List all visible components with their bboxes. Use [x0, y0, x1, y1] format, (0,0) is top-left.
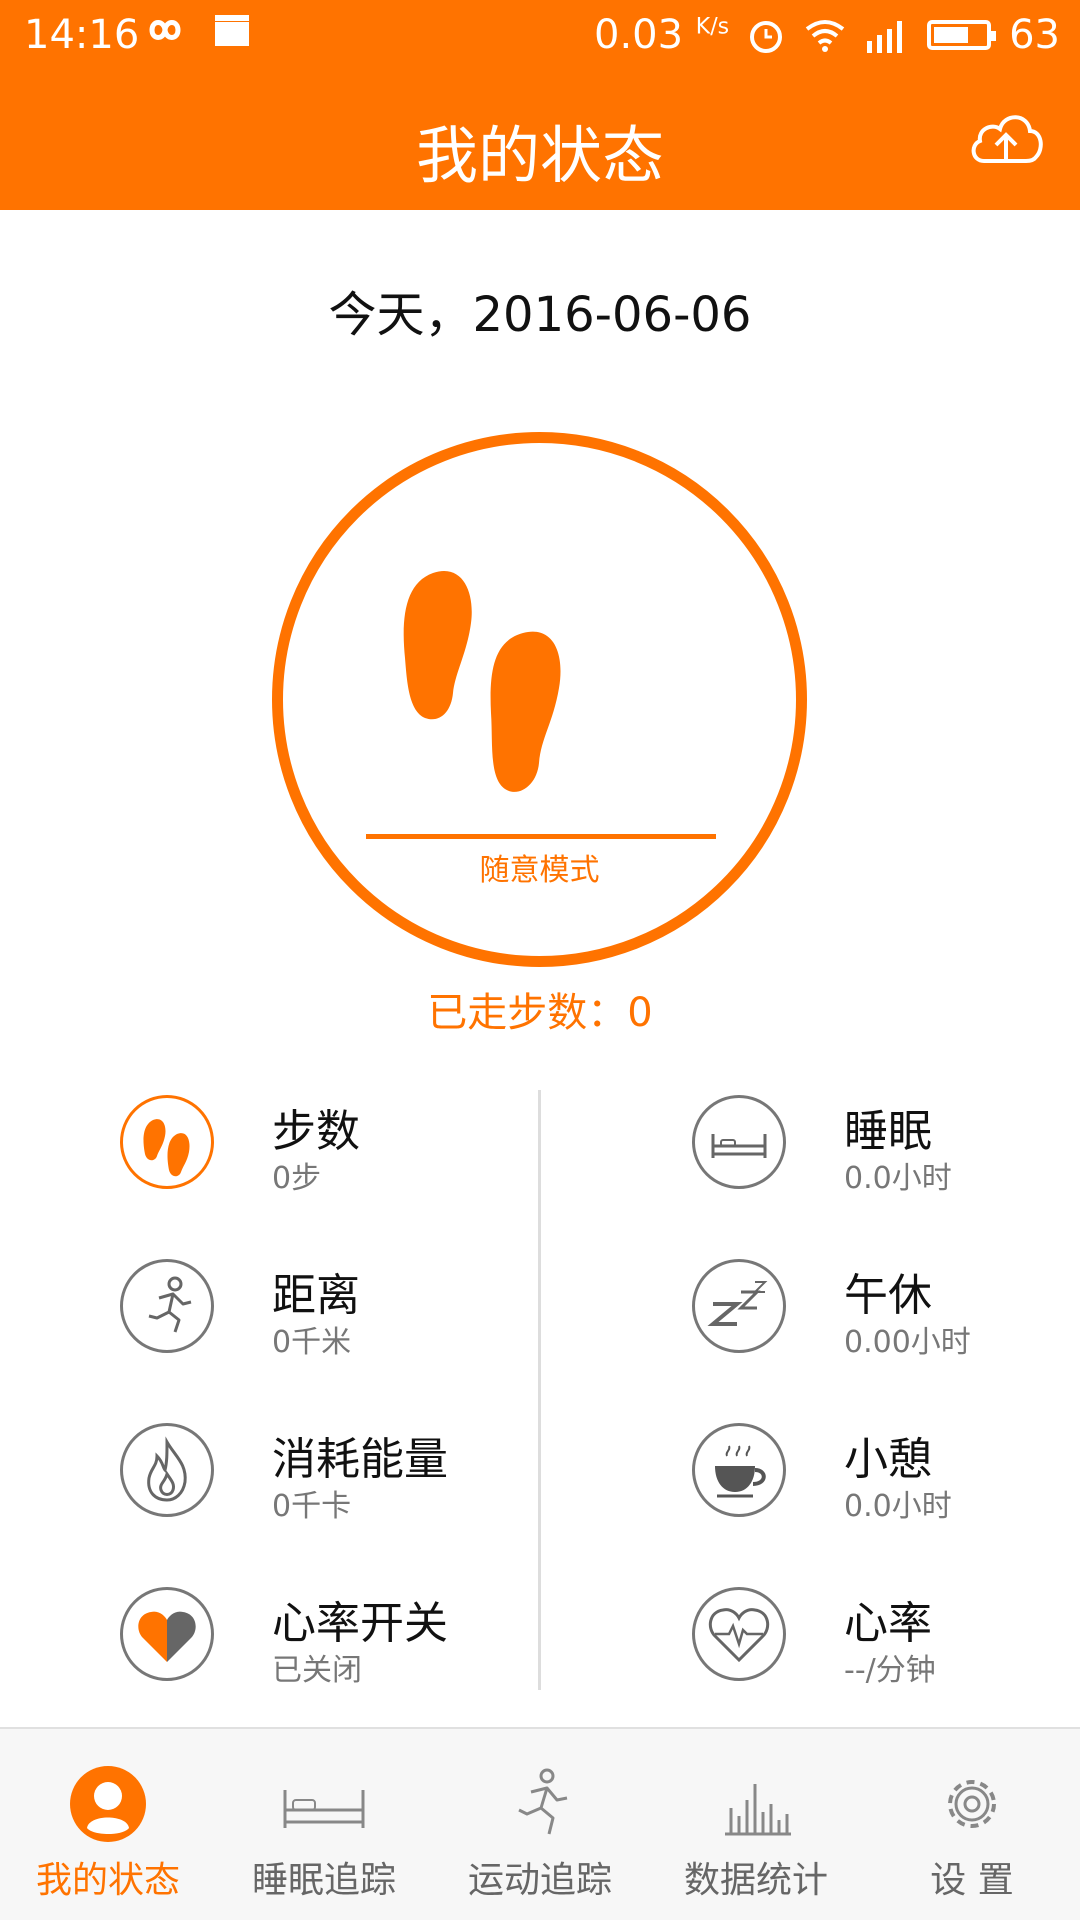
coffee-cup-icon [692, 1423, 786, 1517]
heart-toggle-icon[interactable] [120, 1587, 214, 1681]
steps-walked: 已走步数：0 [427, 990, 653, 1036]
battery-icon [927, 20, 997, 50]
current-date: 今天，2016-06-06 [328, 287, 752, 343]
gear-icon [948, 1780, 996, 1828]
nav-data-stats[interactable]: 数据统计 [648, 1729, 864, 1920]
network-speed: 0.03 K/s [594, 12, 730, 58]
stat-sleep[interactable]: 睡眠 0.0小时 [692, 1095, 1080, 1205]
stat-energy[interactable]: 消耗能量 0千卡 [120, 1423, 540, 1533]
mode-underline [366, 834, 716, 839]
infinity-icon [149, 20, 181, 40]
user-icon [70, 1766, 146, 1842]
mode-label: 随意模式 [479, 853, 600, 888]
bed-icon [692, 1095, 786, 1189]
nav-my-status[interactable]: 我的状态 [0, 1729, 216, 1920]
nav-settings[interactable]: 设 置 [864, 1729, 1080, 1920]
battery-level: 63 [1009, 12, 1060, 58]
stat-break[interactable]: 小憩 0.0小时 [692, 1423, 1080, 1533]
nav-sleep-tracking[interactable]: 睡眠追踪 [216, 1729, 432, 1920]
nav-activity-tracking[interactable]: 运动追踪 [432, 1729, 648, 1920]
cloud-upload-icon[interactable] [966, 105, 1046, 170]
stat-heart-rate[interactable]: 心率 --/分钟 [692, 1587, 1080, 1697]
step-mode-circle[interactable]: 随意模式 [272, 432, 807, 967]
status-bar: 14:16 0.03 K/s 63 [0, 0, 1080, 75]
bottom-nav: 我的状态 睡眠追踪 运动追踪 数据统计 设 置 [0, 1727, 1080, 1920]
heart-rate-icon [692, 1587, 786, 1681]
bed-icon [283, 1790, 365, 1828]
status-time: 14:16 [24, 12, 140, 58]
stat-distance[interactable]: 距离 0千米 [120, 1259, 540, 1369]
stat-heart-toggle[interactable]: 心率开关 已关闭 [120, 1587, 540, 1697]
stat-nap[interactable]: 午休 0.00小时 [692, 1259, 1080, 1369]
page-title: 我的状态 [415, 119, 664, 192]
flame-icon [120, 1423, 214, 1517]
signal-icon [867, 21, 903, 53]
running-icon [518, 1768, 568, 1835]
app-header: 我的状态 [0, 75, 1080, 210]
wifi-icon [805, 20, 845, 52]
clapper-icon [215, 15, 249, 46]
zzz-icon [692, 1259, 786, 1353]
footprints-icon [403, 571, 561, 792]
bar-chart-icon [725, 1784, 791, 1836]
alarm-icon [750, 21, 783, 53]
stat-steps[interactable]: 步数 0步 [120, 1095, 540, 1205]
footprints-icon [120, 1095, 214, 1189]
running-icon [120, 1259, 214, 1353]
